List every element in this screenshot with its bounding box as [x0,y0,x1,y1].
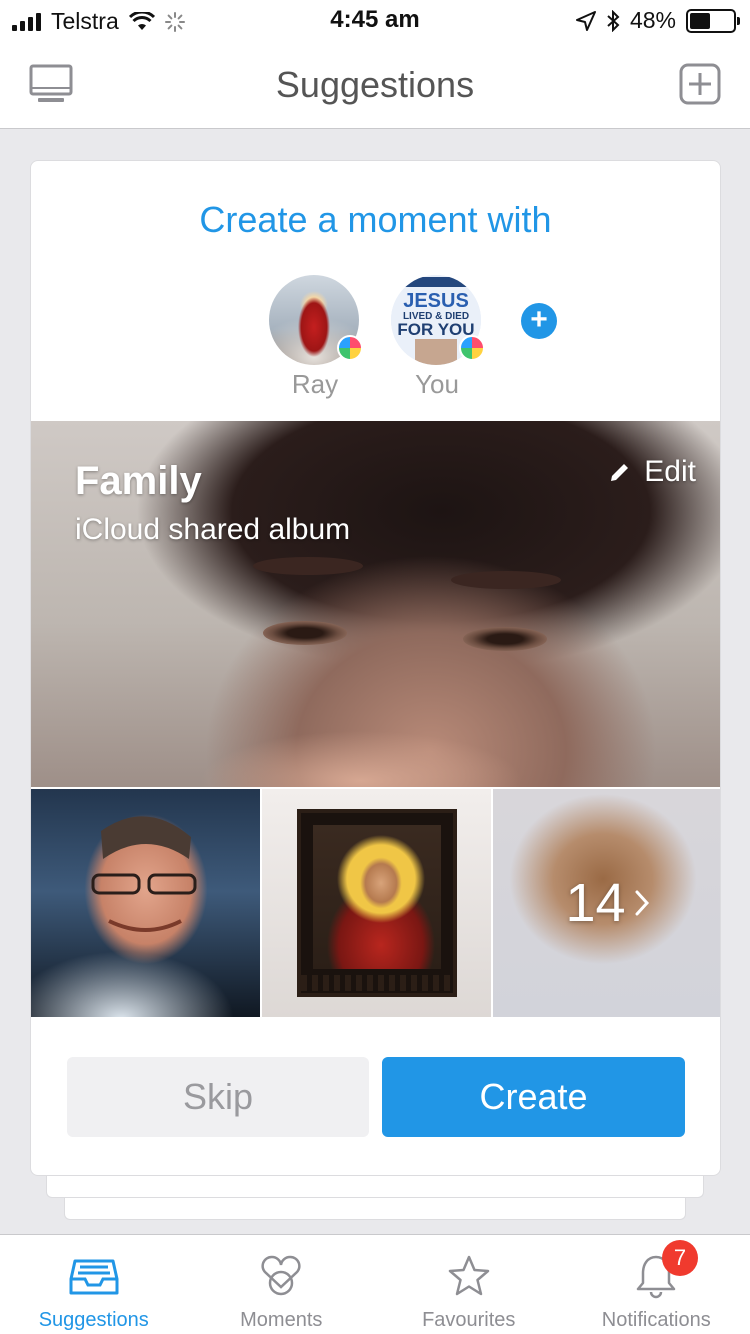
photo-detail [313,825,441,969]
album-title: Family [75,459,202,503]
tab-favourites[interactable]: Favourites [375,1235,563,1334]
bluetooth-icon [607,9,620,32]
album-thumbnails: 14 [31,789,720,1017]
notification-badge: 7 [662,1240,698,1276]
pencil-icon [611,464,629,481]
battery-icon [686,8,740,33]
tab-label: Favourites [422,1309,516,1331]
status-right: 48% [575,7,740,34]
battery-percentage: 48% [629,7,676,33]
tab-notifications[interactable]: Notifications [563,1235,750,1334]
create-button[interactable]: Create [382,1057,685,1137]
more-photos-thumbnail[interactable]: 14 [493,789,720,1017]
location-arrow-icon [575,10,596,31]
photo-detail [263,621,347,645]
photo-detail [301,975,453,991]
star-icon [448,1255,489,1296]
edit-label: Edit [644,455,696,488]
balloon-badge-icon [337,335,363,361]
album-cover-photo[interactable]: Family iCloud shared album Edit [31,421,720,787]
status-bar: Telstra 4:45 am 48% [0,0,750,40]
add-square-icon[interactable] [678,62,722,106]
create-moment-heading: Create a moment with [199,199,552,240]
person-ray[interactable]: Ray [269,275,363,400]
tab-bar: Suggestions Moments Favourites Notificat… [0,1234,750,1334]
add-person-button[interactable]: + [521,303,557,339]
person-you[interactable]: JESUS LIVED & DIED FOR YOU You [391,275,485,400]
page-title: Suggestions [275,64,475,105]
photo-thumbnail[interactable] [31,789,260,1017]
more-photos-count: 14 [565,873,626,933]
tab-label: Suggestions [38,1309,149,1331]
hearts-icon [261,1255,301,1296]
person-name: You [415,369,459,399]
edit-button[interactable]: Edit [608,455,696,489]
photo-detail [463,627,547,651]
inbox-tray-icon [69,1259,119,1295]
person-name: Ray [291,369,339,399]
suggestion-card: Create a moment with Ray JESUS LIVED & D… [30,160,721,1176]
navigation-bar: Suggestions [0,40,750,129]
photo-detail [253,557,363,575]
avatar-text-line: JESUS [403,290,469,312]
photo-detail [297,809,457,997]
chevron-right-icon [635,890,649,916]
photo-detail [91,816,197,932]
album-subtitle: iCloud shared album [75,513,351,546]
avatar-text-line: FOR YOU [397,320,474,339]
more-photos-overlay: 14 [493,789,720,1017]
tab-label: Moments [240,1309,323,1331]
photo-thumbnail[interactable] [262,789,491,1017]
photo-detail [451,571,561,589]
battery-level-fill [690,12,711,29]
tab-suggestions[interactable]: Suggestions [0,1235,188,1334]
balloon-badge-icon [459,335,485,361]
tab-moments[interactable]: Moments [188,1235,376,1334]
skip-button[interactable]: Skip [67,1057,369,1137]
tab-label: Notifications [601,1309,711,1331]
